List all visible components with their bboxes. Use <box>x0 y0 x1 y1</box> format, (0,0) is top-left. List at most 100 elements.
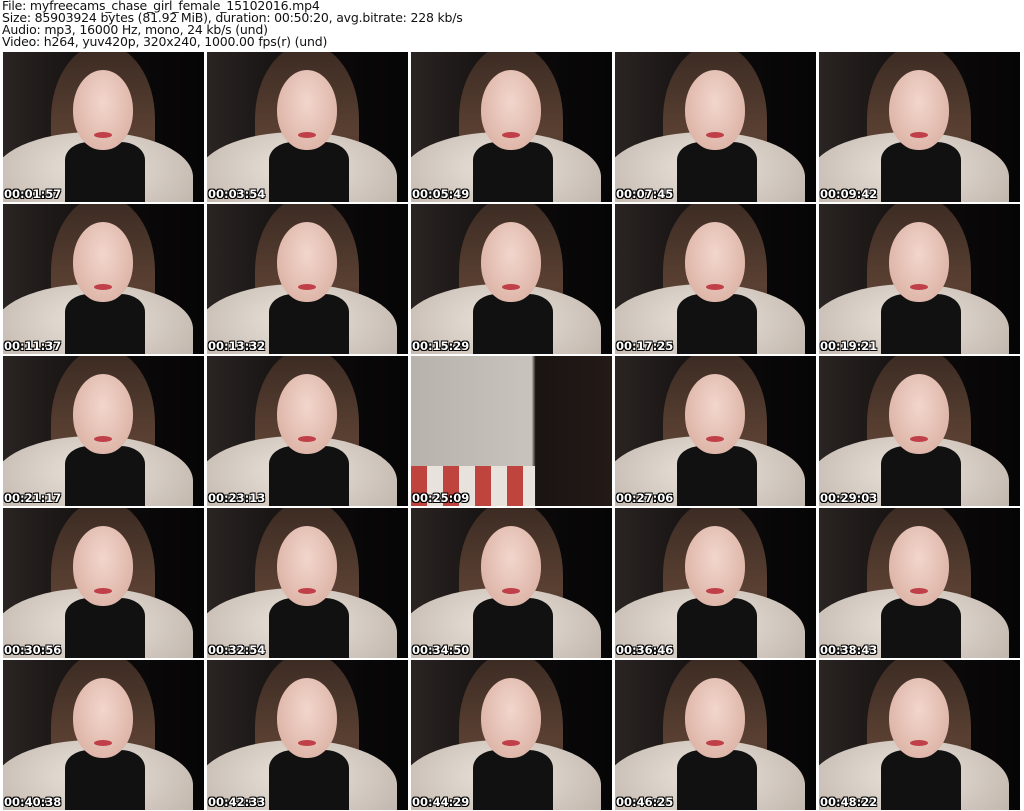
shirt <box>881 142 961 202</box>
video-thumbnail: 00:01:57 <box>3 52 204 202</box>
timestamp: 00:40:38 <box>4 795 62 809</box>
timestamp: 00:32:54 <box>208 643 266 657</box>
timestamp: 00:09:42 <box>820 187 878 201</box>
timestamp: 00:23:13 <box>208 491 266 505</box>
face <box>685 222 745 302</box>
lips <box>502 740 520 746</box>
timestamp: 00:17:25 <box>616 339 674 353</box>
timestamp: 00:03:54 <box>208 187 266 201</box>
video-thumbnail: 00:36:46 <box>615 508 816 658</box>
timestamp: 00:29:03 <box>820 491 878 505</box>
shirt <box>269 142 349 202</box>
shirt <box>269 750 349 810</box>
face <box>685 678 745 758</box>
face <box>277 222 337 302</box>
shirt <box>269 598 349 658</box>
timestamp: 00:27:06 <box>616 491 674 505</box>
timestamp: 00:36:46 <box>616 643 674 657</box>
lips <box>502 284 520 290</box>
video-thumbnail: 00:25:09 <box>411 356 612 506</box>
video-thumbnail: 00:29:03 <box>819 356 1020 506</box>
shirt <box>473 750 553 810</box>
timestamp: 00:05:49 <box>412 187 470 201</box>
lips <box>298 284 316 290</box>
video-thumbnail: 00:15:29 <box>411 204 612 354</box>
timestamp: 00:42:33 <box>208 795 266 809</box>
shirt <box>881 294 961 354</box>
shirt <box>473 294 553 354</box>
lips <box>94 588 112 594</box>
video-thumbnail: 00:19:21 <box>819 204 1020 354</box>
lips <box>94 132 112 138</box>
shirt <box>473 598 553 658</box>
timestamp: 00:13:32 <box>208 339 266 353</box>
face <box>889 526 949 606</box>
timestamp: 00:30:56 <box>4 643 62 657</box>
lips <box>94 284 112 290</box>
face <box>277 374 337 454</box>
lips <box>706 436 724 442</box>
shirt <box>677 294 757 354</box>
video-thumbnail: 00:11:37 <box>3 204 204 354</box>
lips <box>910 284 928 290</box>
face <box>481 222 541 302</box>
video-thumbnail: 00:17:25 <box>615 204 816 354</box>
lips <box>502 132 520 138</box>
lips <box>910 740 928 746</box>
video-thumbnail: 00:34:50 <box>411 508 612 658</box>
shirt <box>65 598 145 658</box>
shirt <box>65 446 145 506</box>
lips <box>706 132 724 138</box>
timestamp: 00:01:57 <box>4 187 62 201</box>
lips <box>910 132 928 138</box>
video-thumbnail: 00:07:45 <box>615 52 816 202</box>
video-thumbnail: 00:40:38 <box>3 660 204 810</box>
video-thumbnail: 00:05:49 <box>411 52 612 202</box>
timestamp: 00:11:37 <box>4 339 62 353</box>
video-thumbnail: 00:32:54 <box>207 508 408 658</box>
shirt <box>65 294 145 354</box>
lips <box>910 588 928 594</box>
timestamp: 00:48:22 <box>820 795 878 809</box>
face <box>73 70 133 150</box>
shirt <box>65 750 145 810</box>
lips <box>298 588 316 594</box>
lips <box>94 436 112 442</box>
lips <box>502 588 520 594</box>
shirt <box>269 294 349 354</box>
video-thumbnail: 00:09:42 <box>819 52 1020 202</box>
shirt <box>677 598 757 658</box>
face <box>73 374 133 454</box>
face <box>889 374 949 454</box>
face <box>889 678 949 758</box>
video-thumbnail: 00:38:43 <box>819 508 1020 658</box>
video-thumbnail: 00:13:32 <box>207 204 408 354</box>
face <box>277 526 337 606</box>
face <box>889 70 949 150</box>
video-thumbnail: 00:03:54 <box>207 52 408 202</box>
shirt <box>473 142 553 202</box>
video-info: Video: h264, yuv420p, 320x240, 1000.00 f… <box>2 34 328 49</box>
timestamp: 00:21:17 <box>4 491 62 505</box>
face <box>685 70 745 150</box>
video-thumbnail: 00:21:17 <box>3 356 204 506</box>
timestamp: 00:46:25 <box>616 795 674 809</box>
timestamp: 00:19:21 <box>820 339 878 353</box>
face <box>889 222 949 302</box>
face <box>481 678 541 758</box>
shirt <box>269 446 349 506</box>
face <box>685 374 745 454</box>
shirt <box>677 750 757 810</box>
video-thumbnail: 00:23:13 <box>207 356 408 506</box>
timestamp: 00:25:09 <box>412 491 470 505</box>
lips <box>706 284 724 290</box>
shirt <box>881 750 961 810</box>
face <box>481 526 541 606</box>
face <box>73 526 133 606</box>
shirt <box>65 142 145 202</box>
lips <box>910 436 928 442</box>
timestamp: 00:07:45 <box>616 187 674 201</box>
file-info-header: File: myfreecams_chase_girl_female_15102… <box>2 0 463 48</box>
timestamp: 00:38:43 <box>820 643 878 657</box>
video-thumbnail: 00:46:25 <box>615 660 816 810</box>
